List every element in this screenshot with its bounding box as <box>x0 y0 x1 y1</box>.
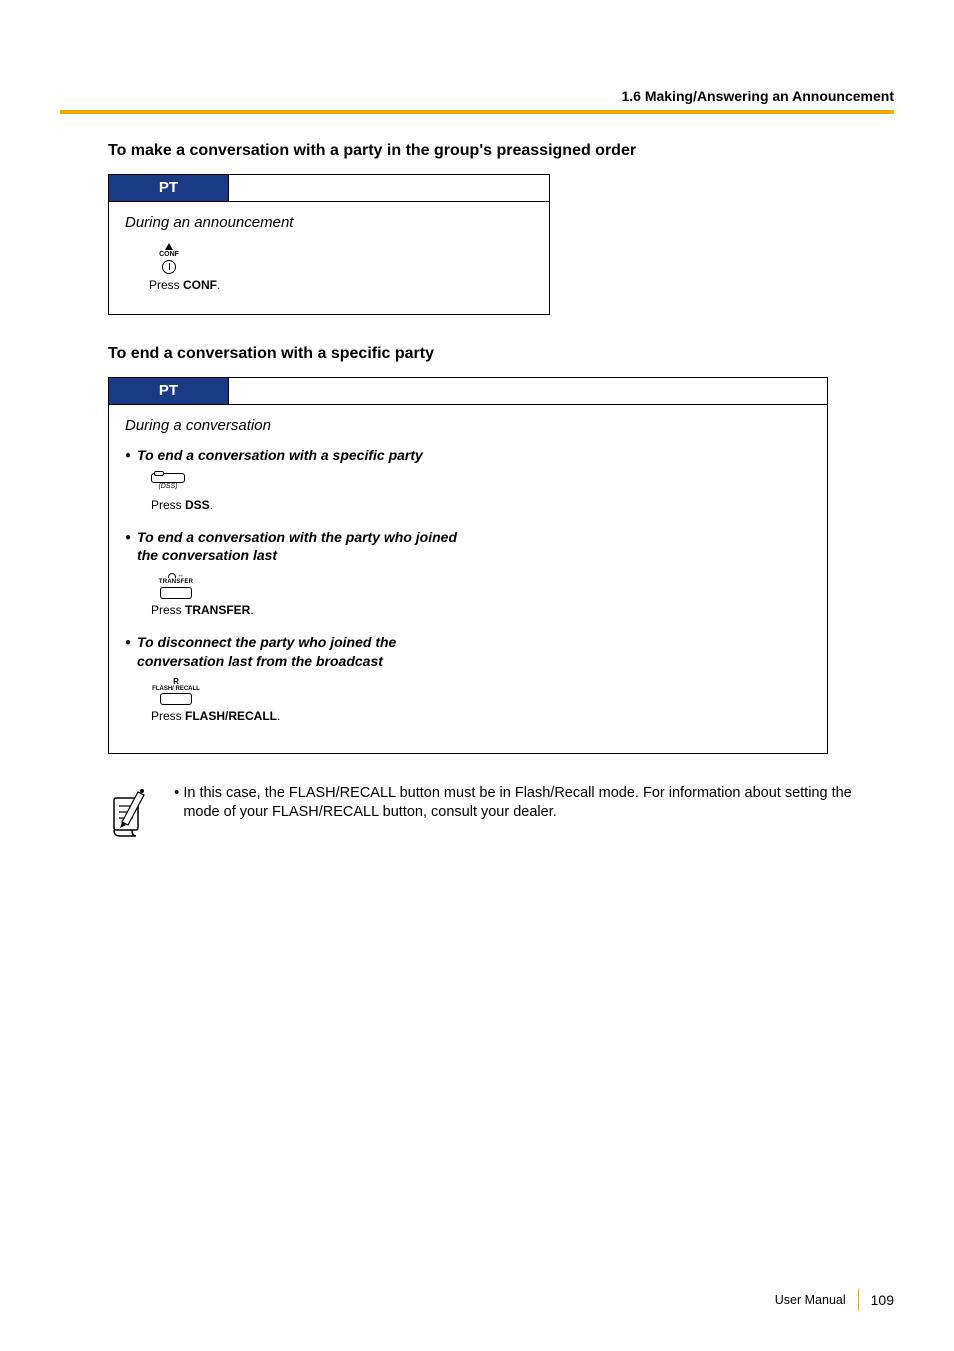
transfer-top-graphic: ↔ <box>168 572 184 579</box>
step-end-last: To end a conversation with the party who… <box>109 528 827 633</box>
dss-icon-label: (DSS) <box>151 483 185 490</box>
press-button-name: FLASH/RECALL <box>185 709 277 723</box>
footer-page-number: 109 <box>871 1292 894 1308</box>
press-suffix: . <box>250 603 253 617</box>
tab-row: PT <box>109 175 549 202</box>
bullet-icon <box>125 529 131 547</box>
page-footer: User Manual 109 <box>775 1289 894 1311</box>
tab-pt: PT <box>109 175 229 201</box>
bullet-dot: • <box>170 784 183 823</box>
arrows-icon: ↔ <box>177 572 184 579</box>
press-instruction: Press TRANSFER. <box>151 603 811 617</box>
press-instruction: Press CONF. <box>149 278 549 292</box>
note-block: • In this case, the FLASH/RECALL button … <box>108 784 880 840</box>
press-prefix: Press <box>151 709 185 723</box>
note-body: • In this case, the FLASH/RECALL button … <box>170 784 880 840</box>
press-button-name: DSS <box>185 498 210 512</box>
title-make-conversation: To make a conversation with a party in t… <box>60 142 894 160</box>
title-end-conversation: To end a conversation with a specific pa… <box>60 345 894 363</box>
bullet-text: To end a conversation with a specific pa… <box>137 446 423 464</box>
context-text: During a conversation <box>109 405 827 446</box>
header-rule <box>60 110 894 114</box>
flash-r-label: R <box>173 678 179 686</box>
press-suffix: . <box>217 278 220 292</box>
flash-icon-label: FLASH/ RECALL <box>152 686 200 692</box>
note-text: In this case, the FLASH/RECALL button mu… <box>183 784 880 823</box>
press-prefix: Press <box>149 278 183 292</box>
press-prefix: Press <box>151 498 185 512</box>
handset-icon <box>168 573 176 578</box>
dss-key-graphic <box>151 473 185 483</box>
procedure-box-end: PT During a conversation To end a conver… <box>108 377 828 754</box>
dss-icon: (DSS) <box>151 473 185 490</box>
step-disconnect-broadcast: To disconnect the party who joined the c… <box>109 633 827 738</box>
bullet-line: To disconnect the party who joined the c… <box>125 633 811 669</box>
tab-spacer <box>229 175 549 201</box>
footer-divider <box>858 1289 859 1311</box>
bullet-icon <box>125 634 131 652</box>
footer-manual-label: User Manual <box>775 1293 846 1307</box>
press-prefix: Press <box>151 603 185 617</box>
conf-icon: CONF <box>149 243 189 274</box>
transfer-icon-label: TRANSFER <box>159 579 193 586</box>
press-button-name: TRANSFER <box>185 603 250 617</box>
tab-pt: PT <box>109 378 229 404</box>
tab-spacer <box>229 378 827 404</box>
procedure-box-make: PT During an announcement CONF Press CON… <box>108 174 550 315</box>
press-button-name: CONF <box>183 278 217 292</box>
conf-button-graphic <box>162 260 176 274</box>
triangle-icon <box>165 243 173 250</box>
press-suffix: . <box>210 498 213 512</box>
note-bullet: • In this case, the FLASH/RECALL button … <box>170 784 880 823</box>
press-instruction: Press DSS. <box>151 498 811 512</box>
bullet-line: To end a conversation with the party who… <box>125 528 811 564</box>
transfer-key-graphic <box>160 587 192 599</box>
press-suffix: . <box>277 709 280 723</box>
tab-row: PT <box>109 378 827 405</box>
press-instruction: Press FLASH/RECALL. <box>151 709 811 723</box>
notepad-icon <box>108 784 152 840</box>
bullet-text: To end a conversation with the party who… <box>137 528 457 564</box>
conf-icon-label: CONF <box>159 251 179 258</box>
section-header: 1.6 Making/Answering an Announcement <box>60 0 894 104</box>
flash-key-graphic <box>160 693 192 705</box>
bullet-icon <box>125 447 131 465</box>
bullet-line: To end a conversation with a specific pa… <box>125 446 811 465</box>
transfer-icon: ↔ TRANSFER <box>151 572 201 599</box>
flash-recall-icon: R FLASH/ RECALL <box>151 678 201 705</box>
step-end-specific: To end a conversation with a specific pa… <box>109 446 827 528</box>
bullet-text: To disconnect the party who joined the c… <box>137 633 457 669</box>
context-text: During an announcement <box>109 202 549 243</box>
